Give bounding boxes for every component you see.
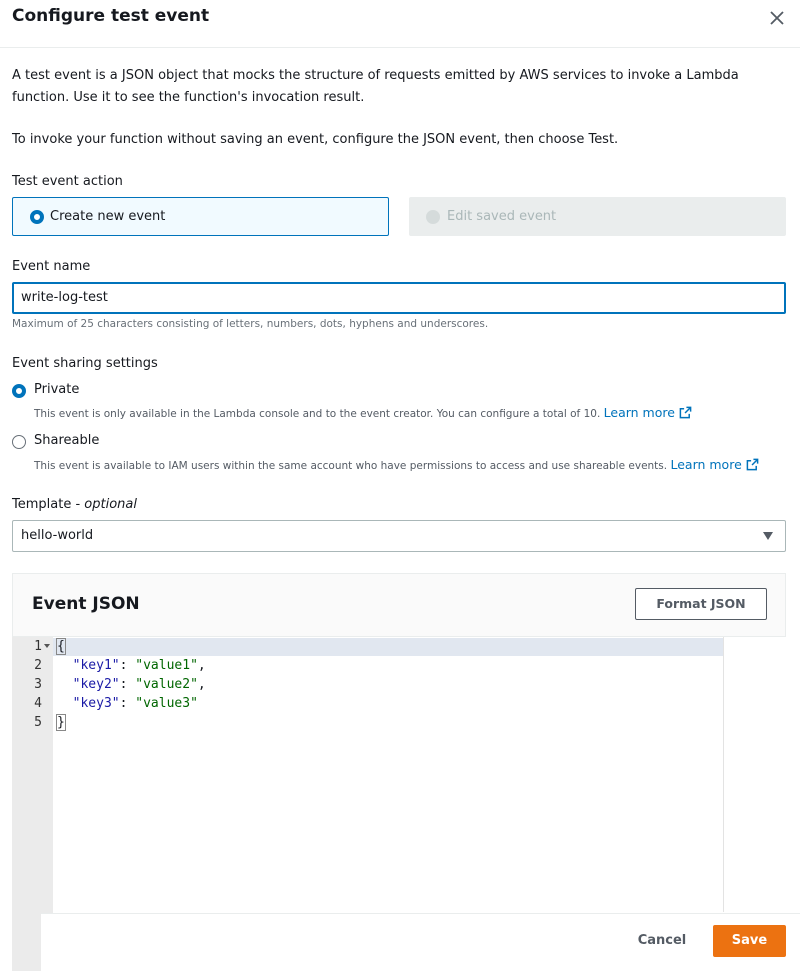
line-number: 4 <box>34 696 42 711</box>
edit-saved-event-option: Edit saved event <box>409 197 786 236</box>
intro-instruction: To invoke your function without saving a… <box>12 132 619 147</box>
close-icon <box>770 11 784 25</box>
create-new-event-option[interactable]: Create new event <box>12 197 389 236</box>
cancel-button[interactable]: Cancel <box>631 926 693 956</box>
json-comma: , <box>197 677 206 692</box>
close-brace: } <box>56 714 66 731</box>
private-label: Private <box>34 382 80 397</box>
caret-down-icon <box>763 532 773 540</box>
intro-description: A test event is a JSON object that mocks… <box>12 68 739 105</box>
format-json-button[interactable]: Format JSON <box>635 588 767 620</box>
json-value: "value3" <box>135 696 198 711</box>
sharing-settings-label: Event sharing settings <box>12 356 158 371</box>
fold-toggle-icon[interactable] <box>44 644 50 649</box>
private-description-text: This event is only available in the Lamb… <box>34 408 601 420</box>
shareable-description-text: This event is available to IAM users wit… <box>34 460 668 472</box>
radio-disabled-icon <box>426 210 440 224</box>
active-line-highlight <box>12 638 723 656</box>
line-number: 2 <box>34 658 42 673</box>
radio-selected-icon[interactable] <box>30 210 44 224</box>
json-value: "value1" <box>135 658 198 673</box>
code-line-3: "key2": "value2", <box>72 677 206 692</box>
json-key: "key1" <box>72 658 120 673</box>
shareable-label: Shareable <box>34 433 100 448</box>
json-value: "value2" <box>135 677 198 692</box>
private-description: This event is only available in the Lamb… <box>34 405 692 420</box>
event-name-label: Event name <box>12 259 91 274</box>
event-name-hint: Maximum of 25 characters consisting of l… <box>12 318 489 330</box>
external-link-icon <box>679 406 692 419</box>
template-optional-label: optional <box>84 497 137 512</box>
json-key: "key2" <box>72 677 120 692</box>
test-event-action-label: Test event action <box>12 174 123 189</box>
template-select[interactable]: hello-world <box>12 520 786 552</box>
create-new-event-label: Create new event <box>50 209 166 224</box>
private-radio[interactable] <box>12 384 26 398</box>
private-learn-more-link[interactable]: Learn more <box>604 405 692 420</box>
code-line-4: "key3": "value3" <box>72 696 198 711</box>
external-link-icon <box>746 458 759 471</box>
json-key: "key3" <box>72 696 120 711</box>
save-button[interactable]: Save <box>713 925 786 957</box>
shareable-radio[interactable] <box>12 435 26 449</box>
event-name-value: write-log-test <box>21 290 108 305</box>
edit-saved-event-label: Edit saved event <box>447 209 557 224</box>
line-number: 1 <box>34 639 42 654</box>
open-brace: { <box>56 638 66 655</box>
event-json-title: Event JSON <box>32 594 140 614</box>
shareable-description: This event is available to IAM users wit… <box>34 457 759 472</box>
line-number: 3 <box>34 677 42 692</box>
close-button[interactable] <box>766 7 788 29</box>
template-selected-value: hello-world <box>21 528 94 543</box>
modal-title: Configure test event <box>12 6 210 26</box>
json-comma: , <box>197 658 206 673</box>
template-label-text: Template - <box>12 497 85 512</box>
template-label: Template - optional <box>12 497 137 512</box>
code-line-2: "key1": "value1", <box>72 658 206 673</box>
code-line-1: { <box>56 638 66 655</box>
editor-print-margin <box>723 637 724 912</box>
shareable-learn-more-link[interactable]: Learn more <box>670 457 759 472</box>
event-name-input[interactable]: write-log-test <box>12 282 786 314</box>
code-line-5: } <box>56 714 66 731</box>
line-number: 5 <box>34 715 42 730</box>
modal-header: Configure test event <box>0 0 800 48</box>
